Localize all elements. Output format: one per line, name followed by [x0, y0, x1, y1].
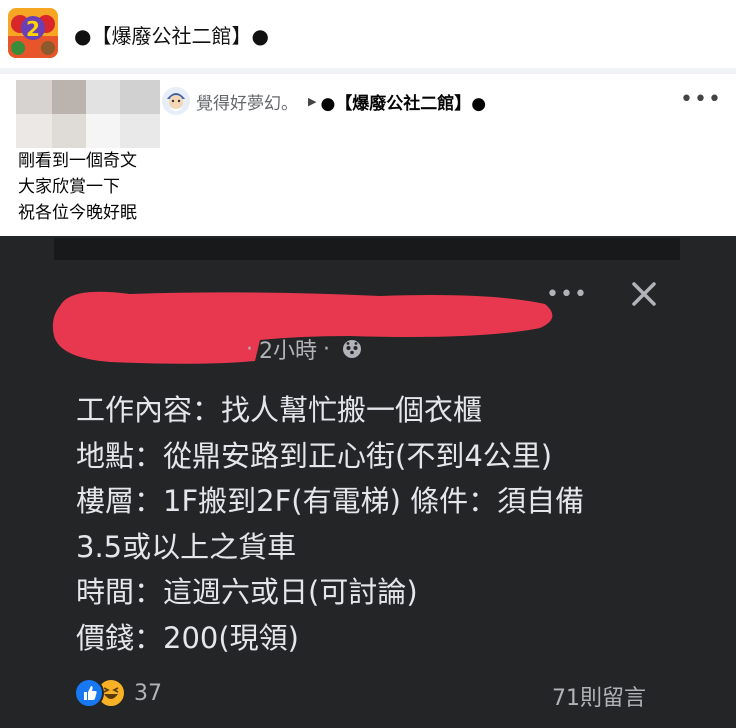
post-meta: · 2小時 · — [240, 334, 362, 364]
shared-post: 覺得好夢幻。 ▶ ●【爆廢公社二館】● ••• 剛看到一個奇文 大家欣賞一下 祝… — [0, 74, 736, 236]
meta-separator: · — [323, 336, 330, 362]
reaction-count: 37 — [134, 680, 162, 706]
body-line: 地點：從鼎安路到正心街(不到4公里) — [76, 438, 553, 473]
body-line: 工作內容：找人幫忙搬一個衣櫃 — [76, 393, 483, 427]
author-avatar[interactable] — [162, 87, 190, 115]
comments-count: 71則留言 — [552, 686, 646, 711]
author-row: 覺得好夢幻。 ▶ ●【爆廢公社二館】● — [162, 86, 486, 116]
body-line: 3.5或以上之貨車 — [76, 529, 297, 564]
svg-text:2: 2 — [26, 17, 40, 41]
embedded-screenshot: ••• · 2小時 · 工作內容：找人幫忙搬一個衣櫃 地點：從鼎安路到正心街(不… — [0, 236, 736, 728]
body-line: 時間：這週六或日(可討論) — [76, 575, 418, 609]
like-reaction-icon — [74, 678, 104, 708]
post-line: 剛看到一個奇文 — [18, 151, 137, 171]
screenshot-top-bar — [54, 238, 680, 260]
more-options-icon[interactable]: ••• — [680, 89, 722, 111]
post-line: 大家欣賞一下 — [18, 177, 120, 197]
body-line: 價錢：200(現領) — [76, 620, 299, 655]
group-header: 2 ●【爆廢公社二館】● — [0, 0, 736, 68]
target-group-name[interactable]: ●【爆廢公社二館】● — [320, 89, 486, 114]
meta-separator: · — [246, 336, 253, 362]
close-icon — [632, 282, 656, 306]
group-name[interactable]: ●【爆廢公社二館】● — [74, 20, 269, 49]
screenshot-more-icon: ••• — [546, 282, 588, 307]
post-text: 剛看到一個奇文 大家欣賞一下 祝各位今晚好眠 — [18, 148, 137, 226]
blurred-avatar — [16, 80, 160, 148]
body-line: 樓層：1F搬到2F(有電梯) 條件：須自備 — [76, 484, 585, 518]
screenshot-body: 工作內容：找人幫忙搬一個衣櫃 地點：從鼎安路到正心街(不到4公里) 樓層：1F搬… — [76, 388, 584, 661]
post-time: 2小時 — [259, 339, 317, 364]
author-name[interactable]: 覺得好夢幻。 — [196, 89, 298, 114]
shared-to-arrow-icon: ▶ — [308, 94, 317, 108]
post-line: 祝各位今晚好眠 — [18, 203, 137, 223]
reactions-summary: 37 — [74, 678, 162, 708]
audience-icon — [343, 340, 361, 358]
group-logo-icon[interactable]: 2 — [8, 8, 58, 58]
